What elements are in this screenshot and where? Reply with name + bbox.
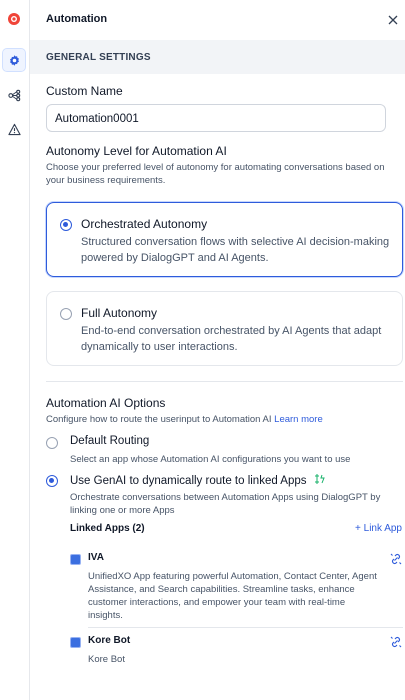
unlink-icon[interactable] — [389, 552, 403, 566]
flow-icon[interactable] — [3, 84, 25, 106]
genai-routing-radio[interactable] — [46, 475, 58, 487]
orchestrated-autonomy-radio[interactable] — [60, 219, 72, 231]
panel-header: Automation — [30, 0, 405, 40]
ai-options-description: Configure how to route the userinput to … — [46, 413, 401, 426]
custom-name-label: Custom Name — [46, 84, 123, 98]
orchestrated-autonomy-description: Structured conversation flows with selec… — [81, 236, 390, 264]
app-icon — [70, 554, 81, 565]
section-title: GENERAL SETTINGS — [46, 52, 151, 63]
linked-app-description: Kore Bot — [88, 654, 125, 665]
divider — [46, 381, 403, 382]
full-autonomy-card[interactable]: Full Autonomy End-to-end conversation or… — [46, 291, 403, 366]
orchestrated-autonomy-title: Orchestrated Autonomy — [81, 217, 208, 231]
autonomy-label: Autonomy Level for Automation AI — [46, 144, 227, 158]
full-autonomy-title: Full Autonomy — [81, 306, 158, 320]
linked-app-name: IVA — [88, 552, 104, 563]
custom-name-input[interactable]: Automation0001 — [46, 104, 386, 132]
linked-app-name: Kore Bot — [88, 635, 131, 646]
link-app-button[interactable]: + Link App — [355, 523, 402, 534]
default-routing-title[interactable]: Default Routing — [70, 435, 149, 447]
linked-app-row: IVA UnifiedXO App featuring powerful Aut… — [70, 552, 405, 622]
learn-more-link[interactable]: Learn more — [274, 414, 323, 425]
unlink-icon[interactable] — [389, 635, 403, 649]
close-icon — [388, 15, 398, 25]
gear-icon[interactable] — [2, 48, 26, 72]
genai-routing-title[interactable]: Use GenAI to dynamically route to linked… — [70, 473, 326, 487]
ai-options-description-text: Configure how to route the userinput to … — [46, 414, 272, 425]
close-button[interactable] — [385, 12, 401, 28]
warning-icon[interactable] — [3, 118, 25, 140]
genai-routing-description: Orchestrate conversations between Automa… — [70, 492, 381, 516]
full-autonomy-radio[interactable] — [60, 308, 72, 320]
default-routing-description: Select an app whose Automation AI config… — [70, 454, 351, 465]
genai-sparkle-icon — [314, 474, 325, 484]
genai-routing-title-text: Use GenAI to dynamically route to linked… — [70, 475, 307, 487]
linked-apps-label: Linked Apps (2) — [70, 523, 145, 534]
full-autonomy-description: End-to-end conversation orchestrated by … — [81, 325, 382, 353]
app-divider — [88, 627, 403, 628]
app-logo-icon[interactable] — [3, 8, 25, 30]
ai-options-label: Automation AI Options — [46, 396, 166, 410]
left-rail — [0, 0, 30, 700]
autonomy-description: Choose your preferred level of autonomy … — [46, 162, 385, 186]
panel-title: Automation — [46, 13, 108, 25]
app-icon — [70, 637, 81, 648]
linked-app-row: Kore Bot Kore Bot — [70, 635, 405, 669]
automation-panel: Automation GENERAL SETTINGS Custom Name … — [30, 0, 405, 700]
section-header: GENERAL SETTINGS — [30, 40, 405, 74]
orchestrated-autonomy-card[interactable]: Orchestrated Autonomy Structured convers… — [46, 202, 403, 277]
linked-app-description: UnifiedXO App featuring powerful Automat… — [88, 571, 377, 621]
default-routing-radio[interactable] — [46, 437, 58, 449]
